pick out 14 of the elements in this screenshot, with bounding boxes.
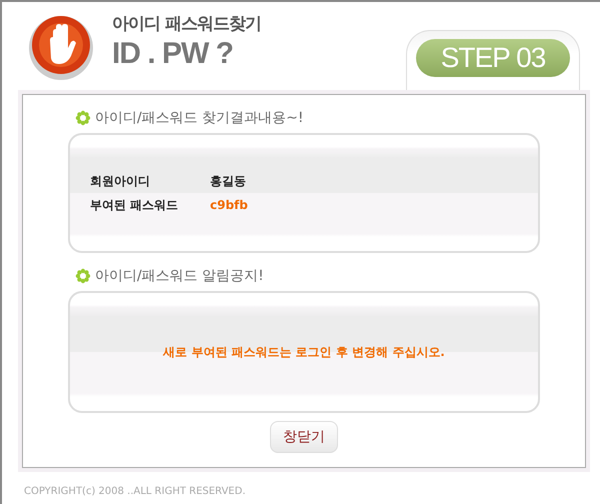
- page-subtitle: ID . PW ?: [112, 37, 234, 71]
- section-heading: 아이디/패스워드 찾기결과내용~!: [95, 109, 304, 127]
- field-label: 회원아이디: [90, 172, 151, 190]
- field-label: 부여된 패스워드: [90, 196, 180, 214]
- section-heading: 아이디/패스워드 알림공지!: [95, 267, 264, 285]
- close-button[interactable]: 창닫기: [270, 421, 338, 453]
- flower-icon: [75, 268, 91, 284]
- flower-icon: [75, 110, 91, 126]
- step-badge: STEP 03: [416, 39, 570, 77]
- page-title: 아이디 패스워드찾기: [112, 13, 261, 35]
- notice-message: 새로 부여된 패스워드는 로그인 후 변경해 주십시오.: [162, 344, 446, 360]
- field-value: c9bfb: [210, 198, 248, 212]
- field-value: 홍길동: [210, 172, 246, 190]
- copyright-text: COPYRIGHT(c) 2008 ..ALL RIGHT RESERVED.: [24, 486, 246, 497]
